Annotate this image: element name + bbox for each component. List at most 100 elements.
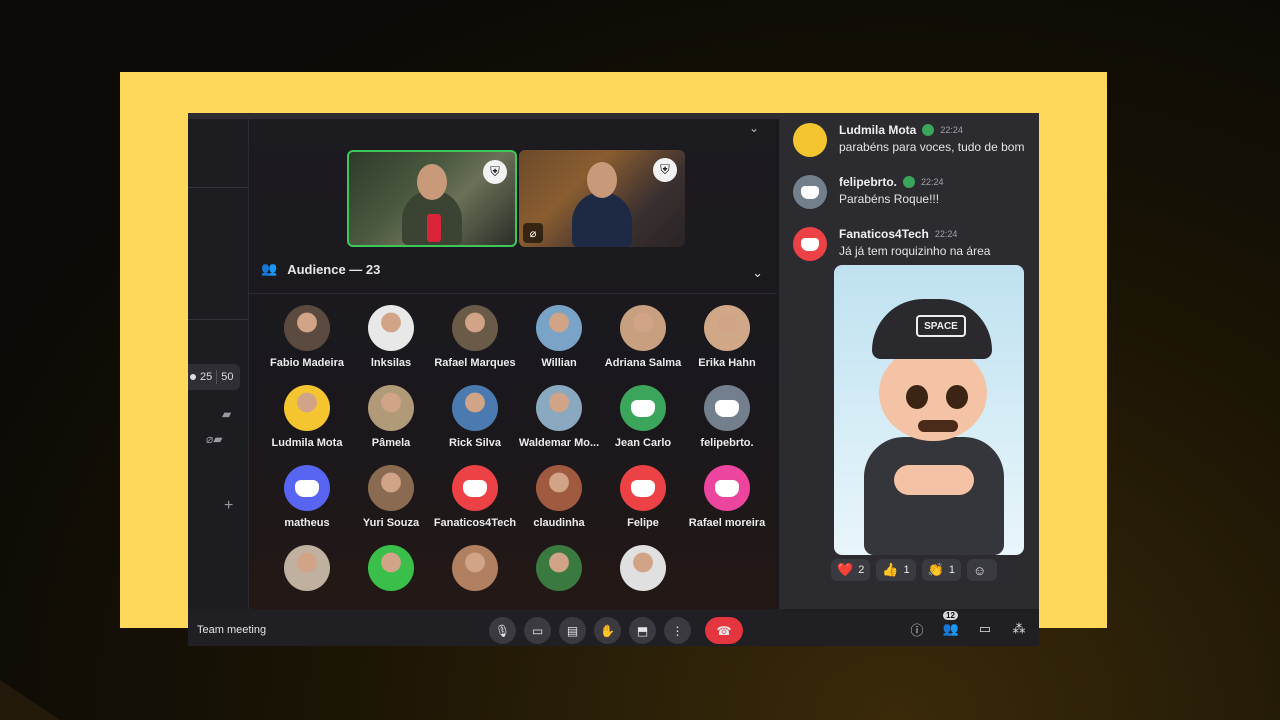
avatar[interactable] [452,385,498,431]
audience-member[interactable]: Rafael Marques [433,305,517,369]
member-name: Felipe [627,517,659,529]
discord-icon [631,479,655,497]
message-author[interactable]: Ludmila Mota [839,123,916,137]
member-name: Fanaticos4Tech [433,517,517,529]
audience-member[interactable]: Felipe [601,465,685,529]
member-name: Ludmila Mota [271,437,343,449]
discord-icon [801,237,819,251]
speaker-head [587,162,617,198]
audience-member[interactable] [517,545,601,597]
avatar[interactable] [368,545,414,591]
rail-counter[interactable]: 25 50 [188,364,240,390]
chevron-down-icon[interactable]: ⌄ [749,121,759,135]
audience-member[interactable]: Jean Carlo [601,385,685,449]
captions-button[interactable]: ▤ [559,617,586,644]
chat-message: Ludmila Mota 22:24 parabéns para voces, … [793,123,1024,157]
avatar[interactable] [284,385,330,431]
avatar[interactable] [452,465,498,511]
avatar[interactable] [284,305,330,351]
discord-icon [801,185,819,199]
reaction-chip[interactable]: ❤️ 2 [831,559,871,581]
chat-icon[interactable]: ▭ [977,621,993,637]
raise-hand-button[interactable]: ✋ [594,617,621,644]
audience-member[interactable]: Rick Silva [433,385,517,449]
avatar[interactable] [704,465,750,511]
avatar[interactable] [704,385,750,431]
avatar[interactable] [284,545,330,591]
avatar[interactable] [536,385,582,431]
avatar[interactable] [704,305,750,351]
audience-member[interactable]: felipebrto. [685,385,769,449]
message-author[interactable]: Fanaticos4Tech [839,227,929,241]
audience-title: Audience — 23 [287,261,381,277]
reaction-emoji-icon: 👍 [882,562,899,577]
audience-member[interactable]: Erika Hahn [685,305,769,369]
audience-member[interactable]: Willian [517,305,601,369]
audience-member[interactable]: Ludmila Mota [265,385,349,449]
avatar[interactable] [536,545,582,591]
audience-member[interactable]: Pâmela [349,385,433,449]
speaker-video-tile[interactable]: ⛨ [347,150,517,247]
message-text: Parabéns Roque!!! [839,192,940,206]
avatar[interactable] [536,305,582,351]
more-options-button[interactable]: ⋮ [664,617,691,644]
avatar[interactable] [284,465,330,511]
audience-member[interactable]: Fabio Madeira [265,305,349,369]
audience-member[interactable] [349,545,433,597]
speaker-body [572,192,632,247]
reaction-chip[interactable]: ☺ [966,559,998,581]
share-screen-button[interactable]: ⬒ [629,617,656,644]
camera-button[interactable]: ▭ [524,617,551,644]
discord-icon [463,479,487,497]
people-icon[interactable]: 👥 12 [943,611,959,637]
avatar[interactable] [368,465,414,511]
microphone-button[interactable]: 🎙 [489,617,516,644]
speaker-video-tile[interactable]: ⛨ ⌀ [519,150,685,247]
chevron-down-icon[interactable]: ⌄ [752,265,763,281]
right-toolbar: ⓘ 👥 12 ▭ ⁂ [909,611,1027,638]
sticker-image[interactable]: SPACE [834,265,1024,555]
camera-icon[interactable]: ▰ [222,407,231,421]
member-name: Rick Silva [449,437,501,449]
sticker-eye [946,385,968,409]
message-text: Já já tem roquizinho na área [839,244,991,258]
avatar[interactable] [793,175,827,209]
add-icon[interactable]: + [224,497,233,515]
rail-counter-left: 25 [200,371,213,383]
avatar[interactable] [452,305,498,351]
chat-panel: Ludmila Mota 22:24 parabéns para voces, … [778,119,1039,609]
avatar[interactable] [368,305,414,351]
avatar[interactable] [620,465,666,511]
avatar[interactable] [452,545,498,591]
end-call-button[interactable]: ☎ [705,617,743,644]
audience-member[interactable]: matheus [265,465,349,529]
audience-member[interactable] [265,545,349,597]
muted-mic-icon[interactable]: ⌀▰ [206,432,222,446]
reaction-chip[interactable]: 👏 1 [921,559,961,581]
audience-member[interactable]: Waldemar Mo... [517,385,601,449]
avatar[interactable] [620,385,666,431]
avatar[interactable] [793,227,827,261]
audience-member[interactable]: claudinha [517,465,601,529]
discord-icon [715,399,739,417]
audience-member[interactable]: Adriana Salma [601,305,685,369]
reaction-chip[interactable]: 👍 1 [876,559,916,581]
background-corner-shape [0,680,60,720]
audience-member[interactable]: Fanaticos4Tech [433,465,517,529]
member-name: Rafael Marques [434,357,516,369]
info-icon[interactable]: ⓘ [909,621,925,638]
audience-member[interactable]: lnksilas [349,305,433,369]
avatar[interactable] [793,123,827,157]
avatar[interactable] [536,465,582,511]
avatar[interactable] [620,305,666,351]
reaction-emoji-icon: 👏 [927,562,944,577]
audience-member[interactable] [601,545,685,597]
audience-member[interactable]: Rafael moreira [685,465,769,529]
avatar[interactable] [620,545,666,591]
audience-member[interactable] [433,545,517,597]
activities-icon[interactable]: ⁂ [1011,621,1027,637]
audience-header[interactable]: 👥 Audience — 23 [261,261,380,277]
message-author[interactable]: felipebrto. [839,175,897,189]
audience-member[interactable]: Yuri Souza [349,465,433,529]
avatar[interactable] [368,385,414,431]
